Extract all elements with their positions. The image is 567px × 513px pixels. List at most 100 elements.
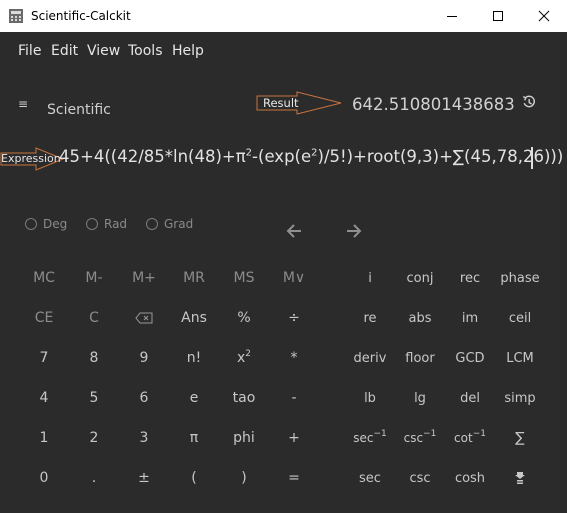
key-backspace[interactable]: [119, 303, 169, 333]
key-arccsc[interactable]: csc −1: [395, 423, 445, 453]
key-arccot[interactable]: cot −1: [445, 423, 495, 453]
double-arrow-down-icon: [515, 472, 525, 484]
key-pi[interactable]: π: [169, 423, 219, 453]
key-re[interactable]: re: [345, 303, 395, 333]
key-memory-list[interactable]: M∨: [269, 263, 319, 293]
key-5[interactable]: 5: [69, 383, 119, 413]
key-equals[interactable]: =: [269, 463, 319, 493]
radio-circle-icon: [146, 218, 158, 230]
key-6[interactable]: 6: [119, 383, 169, 413]
key-label: sec: [353, 431, 374, 445]
key-m-minus[interactable]: M-: [69, 263, 119, 293]
key-csc[interactable]: csc: [395, 463, 445, 493]
key-divide[interactable]: ÷: [269, 303, 319, 333]
arrow-left-icon[interactable]: [285, 222, 303, 240]
key-4[interactable]: 4: [19, 383, 69, 413]
key-percent[interactable]: %: [219, 303, 269, 333]
result-value: 642.510801438683: [352, 95, 515, 114]
radio-grad[interactable]: Grad: [146, 217, 193, 231]
maximize-icon: [493, 11, 503, 21]
key-superscript: −1: [472, 429, 486, 439]
key-im[interactable]: im: [445, 303, 495, 333]
maximize-button[interactable]: [475, 0, 521, 32]
key-factorial[interactable]: n!: [169, 343, 219, 373]
key-deriv[interactable]: deriv: [345, 343, 395, 373]
key-more[interactable]: [495, 463, 545, 493]
radio-label: Rad: [104, 217, 128, 231]
key-arcsec[interactable]: sec −1: [345, 423, 395, 453]
key-mc[interactable]: MC: [19, 263, 69, 293]
expression-part: )/5!)+root(9,3)+∑(45,78,26))): [317, 147, 564, 166]
key-sum[interactable]: ∑: [495, 423, 545, 453]
mode-label: Scientific: [47, 102, 111, 118]
key-lcm[interactable]: LCM: [495, 343, 545, 373]
expression-part: -(exp(e: [252, 147, 312, 166]
history-icon[interactable]: [521, 94, 537, 110]
key-9[interactable]: 9: [119, 343, 169, 373]
key-superscript: −1: [423, 429, 437, 439]
key-minus[interactable]: -: [269, 383, 319, 413]
key-lg[interactable]: lg: [395, 383, 445, 413]
key-tao[interactable]: tao: [219, 383, 269, 413]
key-phase[interactable]: phase: [495, 263, 545, 293]
key-1[interactable]: 1: [19, 423, 69, 453]
close-button[interactable]: [521, 0, 567, 32]
key-2[interactable]: 2: [69, 423, 119, 453]
key-c[interactable]: C: [69, 303, 119, 333]
key-label: cot: [454, 431, 473, 445]
expression-input[interactable]: 45+4((42/85*ln(48)+π2-(exp(e2)/5!)+root(…: [59, 147, 563, 166]
minimize-button[interactable]: [429, 0, 475, 32]
key-lb[interactable]: lb: [345, 383, 395, 413]
key-mr[interactable]: MR: [169, 263, 219, 293]
radio-label: Deg: [43, 217, 68, 231]
key-gcd[interactable]: GCD: [445, 343, 495, 373]
radio-deg[interactable]: Deg: [25, 217, 67, 231]
key-plus-minus[interactable]: ±: [119, 463, 169, 493]
key-m-plus[interactable]: M+: [119, 263, 169, 293]
key-floor[interactable]: floor: [395, 343, 445, 373]
key-abs[interactable]: abs: [395, 303, 445, 333]
key-superscript: −1: [373, 429, 387, 439]
title-bar: Scientific-Calckit: [0, 0, 567, 32]
key-0[interactable]: 0: [19, 463, 69, 493]
key-cosh[interactable]: cosh: [445, 463, 495, 493]
key-7[interactable]: 7: [19, 343, 69, 373]
text-caret: [531, 147, 533, 169]
key-conj[interactable]: conj: [395, 263, 445, 293]
menu-bar: [0, 32, 567, 70]
radio-circle-icon: [25, 218, 37, 230]
key-del[interactable]: del: [445, 383, 495, 413]
key-square[interactable]: x2: [219, 343, 269, 373]
key-ms[interactable]: MS: [219, 263, 269, 293]
menu-help[interactable]: Help: [172, 43, 204, 59]
key-right-paren[interactable]: ): [219, 463, 269, 493]
menu-view[interactable]: View: [87, 43, 120, 59]
key-e[interactable]: e: [169, 383, 219, 413]
expression-part: 45+4((42/85*ln(48)+π: [59, 147, 246, 166]
arrow-right-icon[interactable]: [345, 222, 363, 240]
key-3[interactable]: 3: [119, 423, 169, 453]
key-rec[interactable]: rec: [445, 263, 495, 293]
key-left-paren[interactable]: (: [169, 463, 219, 493]
radio-rad[interactable]: Rad: [86, 217, 127, 231]
key-ans[interactable]: Ans: [169, 303, 219, 333]
key-phi[interactable]: phi: [219, 423, 269, 453]
key-sec[interactable]: sec: [345, 463, 395, 493]
key-multiply[interactable]: *: [269, 343, 319, 373]
result-callout-label: Result: [263, 96, 299, 110]
menu-edit[interactable]: Edit: [51, 43, 78, 59]
key-simp[interactable]: simp: [495, 383, 545, 413]
key-decimal[interactable]: .: [69, 463, 119, 493]
key-ceil[interactable]: ceil: [495, 303, 545, 333]
radio-circle-icon: [86, 218, 98, 230]
minimize-icon: [447, 16, 457, 17]
hamburger-menu-icon[interactable]: ≡: [18, 97, 28, 111]
menu-file[interactable]: File: [18, 43, 41, 59]
key-8[interactable]: 8: [69, 343, 119, 373]
menu-tools[interactable]: Tools: [128, 43, 163, 59]
key-plus[interactable]: +: [269, 423, 319, 453]
key-ce[interactable]: CE: [19, 303, 69, 333]
expression-callout-label: Expression: [1, 152, 61, 165]
key-superscript: 2: [245, 349, 252, 359]
key-i[interactable]: i: [345, 263, 395, 293]
